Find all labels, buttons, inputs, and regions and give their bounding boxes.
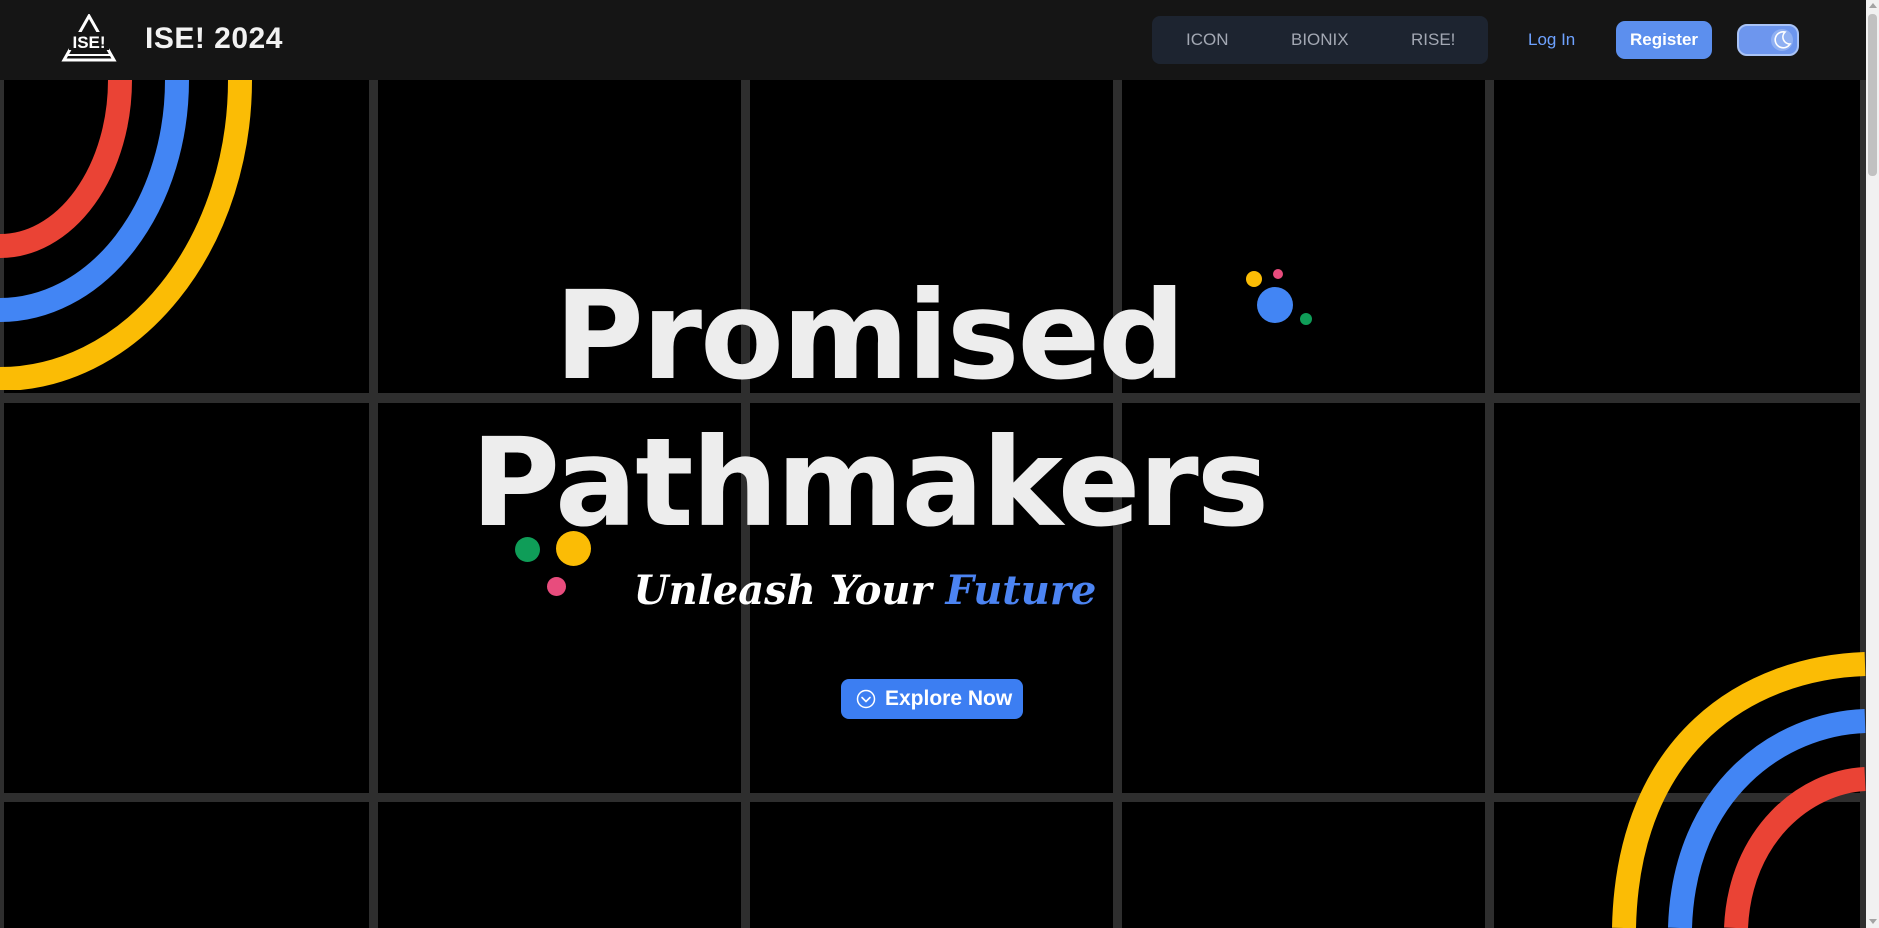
- nav-item-bionix[interactable]: BIONIX: [1291, 30, 1349, 50]
- decorative-dot: [515, 537, 540, 562]
- decorative-dot: [1257, 287, 1293, 323]
- tagline-accent: Future: [945, 567, 1097, 614]
- decorative-dot: [1246, 271, 1262, 287]
- moon-icon: [1774, 31, 1792, 49]
- hero-tagline: Unleash Your Future: [0, 567, 1798, 614]
- grid-cell: [378, 802, 741, 928]
- scroll-thumb[interactable]: [1868, 14, 1877, 176]
- theme-toggle[interactable]: [1737, 24, 1799, 56]
- site-title: ISE! 2024: [145, 22, 283, 55]
- decorative-dot: [556, 531, 591, 566]
- decorative-dot: [1273, 269, 1283, 279]
- decorative-dot: [1300, 313, 1312, 325]
- register-button[interactable]: Register: [1616, 21, 1712, 59]
- page-scrollbar[interactable]: [1866, 0, 1879, 928]
- nav-item-icon[interactable]: ICON: [1186, 30, 1229, 50]
- landing-page: ISE! ISE! 2024 ICON BIONIX RISE! Log In …: [0, 0, 1879, 928]
- tagline-main: Unleash Your: [633, 567, 932, 614]
- decorative-arcs-bottom-right: [1612, 652, 1866, 928]
- decorative-dot: [547, 577, 566, 596]
- event-nav: ICON BIONIX RISE!: [1152, 16, 1488, 64]
- explore-now-button[interactable]: Explore Now: [841, 679, 1023, 719]
- toggle-knob: [1771, 29, 1793, 51]
- nav-item-rise[interactable]: RISE!: [1411, 30, 1455, 50]
- hero-title-line-2: Pathmakers: [470, 412, 1269, 554]
- explore-now-label: Explore Now: [885, 687, 1013, 710]
- chevron-down-circle-icon: [856, 689, 876, 709]
- top-navbar: ISE! ISE! 2024 ICON BIONIX RISE! Log In …: [0, 0, 1866, 80]
- grid-cell: [4, 802, 369, 928]
- logo-text: ISE!: [72, 33, 105, 52]
- scroll-down-icon[interactable]: [1869, 919, 1877, 924]
- ise-logo-icon[interactable]: ISE!: [60, 14, 118, 64]
- login-link[interactable]: Log In: [1528, 30, 1575, 50]
- grid-cell: [750, 802, 1113, 928]
- grid-cell: [1122, 802, 1485, 928]
- hero-title-line-1: Promised: [554, 265, 1185, 407]
- scroll-up-icon[interactable]: [1869, 3, 1877, 8]
